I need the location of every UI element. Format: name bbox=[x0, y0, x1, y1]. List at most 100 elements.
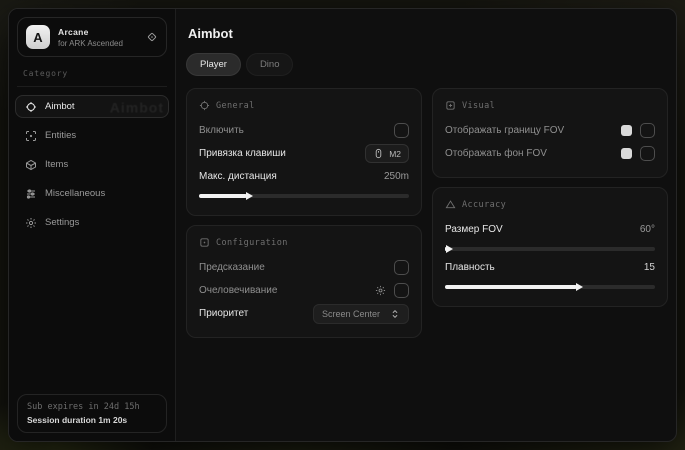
session-duration-text: Session duration 1m 20s bbox=[27, 415, 157, 425]
brand-header: A Arcane for ARK Ascended bbox=[17, 17, 167, 57]
app-window: A Arcane for ARK Ascended Category bbox=[8, 8, 677, 442]
card-general: General Включить Привязка клавиши bbox=[186, 88, 422, 216]
card-header-label: Accuracy bbox=[462, 200, 506, 210]
image-icon bbox=[445, 100, 456, 111]
sidebar-spacer bbox=[15, 234, 169, 392]
category-label: Category bbox=[23, 69, 163, 78]
card-configuration-header: Configuration bbox=[199, 237, 409, 248]
gear-icon bbox=[25, 217, 37, 229]
sidebar-item-miscellaneous[interactable]: Miscellaneous bbox=[15, 182, 169, 205]
row-humanize: Очеловечивание bbox=[199, 280, 409, 301]
row-fov-size: Размер FOV 60° bbox=[445, 219, 655, 240]
sub-expires-text: Sub expires in 24d 15h bbox=[27, 402, 157, 412]
sidebar-nav: Aimbot Aimbot Entities bbox=[15, 95, 169, 234]
fov-size-slider-fill bbox=[445, 247, 447, 251]
brand-text: Arcane for ARK Ascended bbox=[58, 27, 138, 48]
distance-value: 250m bbox=[384, 171, 409, 182]
priority-select-value: Screen Center bbox=[322, 309, 380, 319]
distance-slider[interactable] bbox=[199, 194, 409, 198]
card-header-label: Configuration bbox=[216, 238, 288, 248]
sidebar-divider bbox=[17, 86, 167, 87]
sidebar-item-items[interactable]: Items bbox=[15, 153, 169, 176]
fov-size-value: 60° bbox=[640, 224, 655, 235]
tab-dino[interactable]: Dino bbox=[246, 53, 294, 76]
fov-border-color-swatch[interactable] bbox=[621, 125, 632, 136]
target-diamond-icon[interactable] bbox=[146, 31, 158, 43]
scan-icon bbox=[25, 130, 37, 142]
row-smooth: Плавность 15 bbox=[445, 257, 655, 278]
sidebar-item-label: Settings bbox=[45, 217, 79, 228]
package-icon bbox=[25, 159, 37, 171]
row-distance: Макс. дистанция 250m bbox=[199, 166, 409, 187]
card-general-header: General bbox=[199, 100, 409, 111]
card-columns: General Включить Привязка клавиши bbox=[186, 88, 668, 338]
card-accuracy-header: Accuracy bbox=[445, 199, 655, 210]
tab-bar: Player Dino bbox=[186, 53, 668, 76]
sidebar-item-settings[interactable]: Settings bbox=[15, 211, 169, 234]
app-subtitle: for ARK Ascended bbox=[58, 39, 138, 48]
mouse-icon bbox=[373, 148, 384, 159]
chevrons-up-down-icon bbox=[390, 309, 400, 319]
smooth-label: Плавность bbox=[445, 262, 495, 273]
sidebar-item-aimbot[interactable]: Aimbot Aimbot bbox=[15, 95, 169, 118]
subscription-box: Sub expires in 24d 15h Session duration … bbox=[17, 394, 167, 433]
enable-label: Включить bbox=[199, 125, 244, 136]
distance-slider-thumb[interactable] bbox=[246, 192, 253, 200]
humanize-label: Очеловечивание bbox=[199, 285, 277, 296]
smooth-value: 15 bbox=[644, 262, 655, 273]
sidebar-item-label: Aimbot bbox=[45, 101, 75, 112]
sidebar: A Arcane for ARK Ascended Category bbox=[9, 9, 176, 441]
row-prediction: Предсказание bbox=[199, 257, 409, 278]
tab-player[interactable]: Player bbox=[186, 53, 241, 76]
row-keybind: Привязка клавиши M2 bbox=[199, 143, 409, 164]
fov-size-label: Размер FOV bbox=[445, 224, 503, 235]
smooth-slider[interactable] bbox=[445, 285, 655, 289]
smooth-slider-thumb[interactable] bbox=[576, 283, 583, 291]
sidebar-item-label: Entities bbox=[45, 130, 76, 141]
card-header-label: General bbox=[216, 101, 255, 111]
focus-square-icon bbox=[199, 237, 210, 248]
app-title: Arcane bbox=[58, 27, 138, 37]
row-fov-bg: Отображать фон FOV bbox=[445, 143, 655, 164]
sidebar-item-entities[interactable]: Entities bbox=[15, 124, 169, 147]
triangle-icon bbox=[445, 199, 456, 210]
keybind-button[interactable]: M2 bbox=[365, 144, 409, 163]
left-column: General Включить Привязка клавиши bbox=[186, 88, 422, 338]
humanize-checkbox[interactable] bbox=[394, 283, 409, 298]
crosshair-icon bbox=[25, 101, 37, 113]
priority-select[interactable]: Screen Center bbox=[313, 304, 409, 324]
row-enable: Включить bbox=[199, 120, 409, 141]
sidebar-item-label: Items bbox=[45, 159, 68, 170]
fov-bg-checkbox[interactable] bbox=[640, 146, 655, 161]
keybind-label: Привязка клавиши bbox=[199, 148, 286, 159]
distance-slider-fill bbox=[199, 194, 247, 198]
app-logo: A bbox=[26, 25, 50, 49]
fov-border-checkbox[interactable] bbox=[640, 123, 655, 138]
row-fov-border: Отображать границу FOV bbox=[445, 120, 655, 141]
fov-size-slider-thumb[interactable] bbox=[446, 245, 453, 253]
fov-size-slider[interactable] bbox=[445, 247, 655, 251]
main-panel: Aimbot Player Dino Gener bbox=[176, 9, 677, 441]
right-column: Visual Отображать границу FOV Отображать… bbox=[432, 88, 668, 338]
row-priority: Приоритет Screen Center bbox=[199, 303, 409, 324]
aimbot-ghost-watermark: Aimbot bbox=[110, 99, 164, 115]
page-title: Aimbot bbox=[188, 26, 668, 41]
humanize-controls bbox=[375, 283, 409, 298]
fov-bg-controls bbox=[621, 146, 655, 161]
card-visual-header: Visual bbox=[445, 100, 655, 111]
smooth-slider-fill bbox=[445, 285, 577, 289]
prediction-checkbox[interactable] bbox=[394, 260, 409, 275]
crosshair-icon bbox=[199, 100, 210, 111]
fov-border-controls bbox=[621, 123, 655, 138]
enable-checkbox[interactable] bbox=[394, 123, 409, 138]
card-header-label: Visual bbox=[462, 101, 495, 111]
fov-border-label: Отображать границу FOV bbox=[445, 125, 564, 136]
keybind-value: M2 bbox=[389, 149, 401, 159]
sliders-icon bbox=[25, 188, 37, 200]
card-visual: Visual Отображать границу FOV Отображать… bbox=[432, 88, 668, 178]
card-configuration: Configuration Предсказание Очеловечивани… bbox=[186, 225, 422, 338]
gear-icon[interactable] bbox=[375, 285, 386, 296]
fov-bg-color-swatch[interactable] bbox=[621, 148, 632, 159]
prediction-label: Предсказание bbox=[199, 262, 265, 273]
priority-label: Приоритет bbox=[199, 308, 248, 319]
